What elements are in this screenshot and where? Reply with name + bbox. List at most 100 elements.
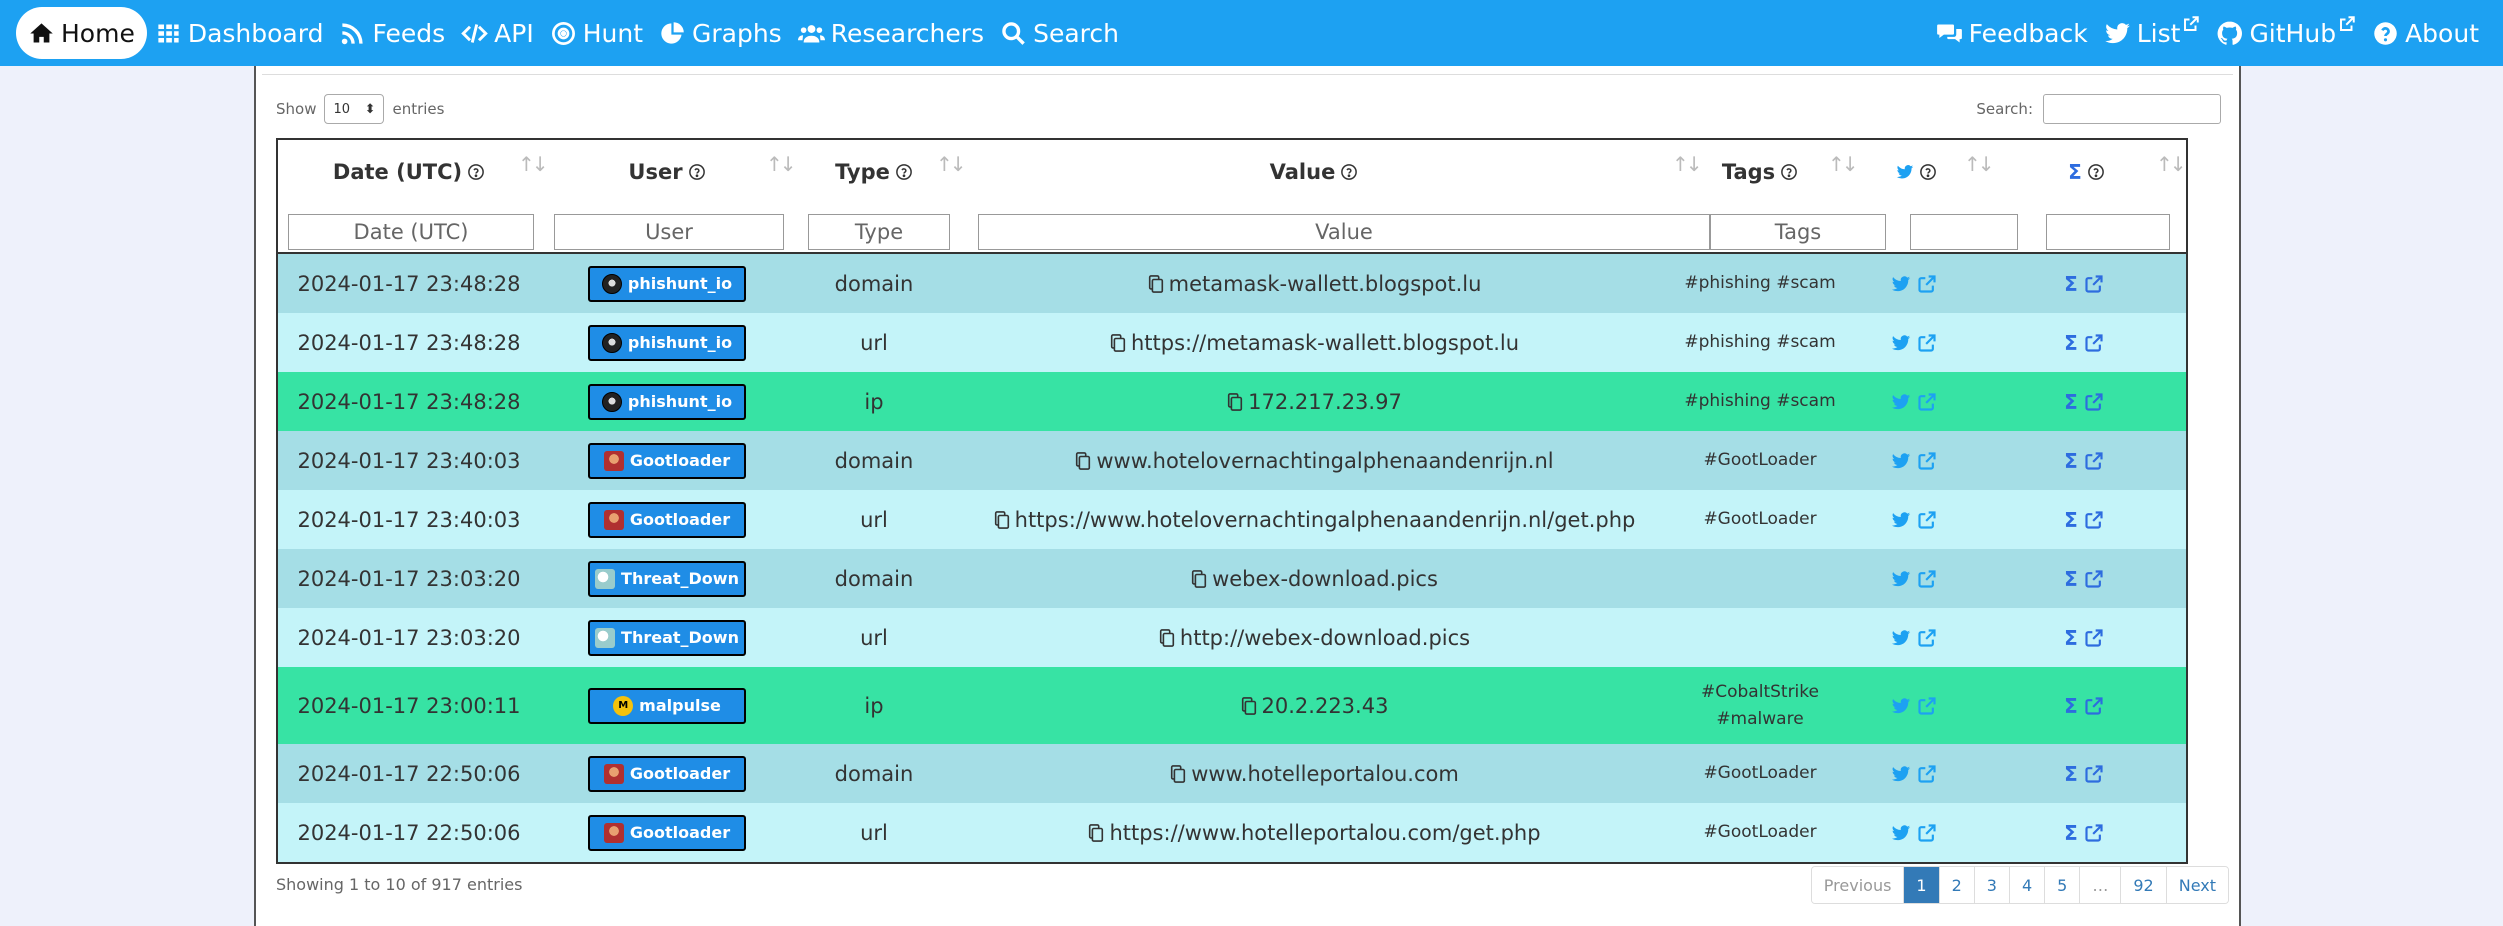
external-link-icon[interactable] <box>1917 392 1937 412</box>
external-link-icon[interactable] <box>2084 392 2104 412</box>
nav-graphs-link[interactable]: Graphs <box>651 7 790 59</box>
tag-link[interactable]: #GootLoader <box>1703 509 1816 529</box>
ioc-value[interactable]: http://webex-download.pics <box>1180 626 1470 650</box>
tag-link[interactable]: #GootLoader <box>1703 450 1816 470</box>
tag-link[interactable]: #CobaltStrike <box>1701 679 1819 706</box>
nav-search-link[interactable]: Search <box>992 7 1127 59</box>
copy-icon[interactable] <box>993 510 1011 530</box>
copy-icon[interactable] <box>1147 274 1165 294</box>
external-link-icon[interactable] <box>1917 333 1937 353</box>
user-badge-button[interactable]: Threat_Down <box>588 560 746 597</box>
ioc-value[interactable]: metamask-wallett.blogspot.lu <box>1169 272 1482 296</box>
external-link-icon[interactable] <box>1917 696 1937 716</box>
user-badge-button[interactable]: Gootloader <box>588 814 746 851</box>
user-badge-button[interactable]: Gootloader <box>588 501 746 538</box>
help-icon[interactable] <box>2087 163 2105 181</box>
help-icon[interactable] <box>1780 163 1798 181</box>
twitter-icon[interactable] <box>1891 696 1911 716</box>
tag-link[interactable]: #malware <box>1701 706 1819 733</box>
external-link-icon[interactable] <box>1917 628 1937 648</box>
sort-icon[interactable]: ↑↓ <box>2156 152 2186 176</box>
user-badge-button[interactable]: Mmalpulse <box>588 687 746 724</box>
twitter-icon[interactable] <box>1891 764 1911 784</box>
sigma-icon[interactable]: Σ <box>2064 272 2078 296</box>
external-link-icon[interactable] <box>1917 451 1937 471</box>
header-user[interactable]: User <box>540 140 794 204</box>
external-link-icon[interactable] <box>2084 333 2104 353</box>
ioc-value[interactable]: https://metamask-wallett.blogspot.lu <box>1131 331 1519 355</box>
nav-researchers-link[interactable]: Researchers <box>790 7 992 59</box>
nav-api-link[interactable]: API <box>453 7 542 59</box>
twitter-icon[interactable] <box>1891 333 1911 353</box>
nav-about-link[interactable]: About <box>2364 7 2487 59</box>
nav-dashboard-link[interactable]: Dashboard <box>147 7 332 59</box>
sigma-icon[interactable]: Σ <box>2064 449 2078 473</box>
tag-link[interactable]: #GootLoader <box>1703 763 1816 783</box>
copy-icon[interactable] <box>1240 696 1258 716</box>
external-link-icon[interactable] <box>2084 510 2104 530</box>
external-link-icon[interactable] <box>2084 823 2104 843</box>
user-badge-button[interactable]: Gootloader <box>588 442 746 479</box>
twitter-icon[interactable] <box>1891 510 1911 530</box>
sigma-icon[interactable]: Σ <box>2064 331 2078 355</box>
pagination-previous-button[interactable]: Previous <box>1811 867 1904 903</box>
entries-select[interactable]: 10 ⬍ <box>324 94 385 124</box>
header-twitter[interactable] <box>1846 140 1982 204</box>
pagination-page-button[interactable]: 3 <box>1973 867 2009 903</box>
user-badge-button[interactable]: phishunt_io <box>588 265 746 302</box>
copy-icon[interactable] <box>1087 823 1105 843</box>
help-icon[interactable] <box>688 163 706 181</box>
pagination-page-button[interactable]: 2 <box>1938 867 1974 903</box>
pagination-next-button[interactable]: Next <box>2165 867 2228 903</box>
sigma-icon[interactable]: Σ <box>2064 626 2078 650</box>
filter-twitter-input[interactable] <box>1910 214 2018 250</box>
external-link-icon[interactable] <box>2084 628 2104 648</box>
tag-link[interactable]: #phishing #scam <box>1684 332 1835 352</box>
copy-icon[interactable] <box>1190 569 1208 589</box>
external-link-icon[interactable] <box>2084 764 2104 784</box>
copy-icon[interactable] <box>1109 333 1127 353</box>
nav-feeds-link[interactable]: Feeds <box>331 7 453 59</box>
pagination-page-button[interactable]: 5 <box>2044 867 2080 903</box>
external-link-icon[interactable] <box>1917 823 1937 843</box>
nav-github-link[interactable]: GitHub <box>2208 7 2364 59</box>
ioc-value[interactable]: https://www.hotelleportalou.com/get.php <box>1109 821 1540 845</box>
pagination-page-button[interactable]: 92 <box>2120 867 2166 903</box>
help-icon[interactable] <box>895 163 913 181</box>
tag-link[interactable]: #GootLoader <box>1703 822 1816 842</box>
copy-icon[interactable] <box>1158 628 1176 648</box>
user-badge-button[interactable]: phishunt_io <box>588 324 746 361</box>
help-icon[interactable] <box>1919 163 1937 181</box>
sigma-icon[interactable]: Σ <box>2064 694 2078 718</box>
twitter-icon[interactable] <box>1891 451 1911 471</box>
twitter-icon[interactable] <box>1891 628 1911 648</box>
tag-link[interactable]: #phishing #scam <box>1684 391 1835 411</box>
filter-value-input[interactable]: Value <box>978 214 1710 250</box>
external-link-icon[interactable] <box>1917 274 1937 294</box>
external-link-icon[interactable] <box>1917 569 1937 589</box>
external-link-icon[interactable] <box>2084 274 2104 294</box>
twitter-icon[interactable] <box>1891 823 1911 843</box>
user-badge-button[interactable]: Gootloader <box>588 755 746 792</box>
filter-type-input[interactable]: Type <box>808 214 950 250</box>
external-link-icon[interactable] <box>1917 764 1937 784</box>
twitter-icon[interactable] <box>1891 392 1911 412</box>
ioc-value[interactable]: https://www.hotelovernachtingalphenaande… <box>1015 508 1636 532</box>
copy-icon[interactable] <box>1169 764 1187 784</box>
sort-icon[interactable]: ↑↓ <box>766 152 796 176</box>
user-badge-button[interactable]: phishunt_io <box>588 383 746 420</box>
ioc-value[interactable]: www.hotelovernachtingalphenaandenrijn.nl <box>1096 449 1553 473</box>
twitter-icon[interactable] <box>1891 274 1911 294</box>
header-type[interactable]: Type <box>794 140 954 204</box>
help-icon[interactable] <box>467 163 485 181</box>
help-icon[interactable] <box>1340 163 1358 181</box>
pagination-page-button[interactable]: 1 <box>1903 867 1939 903</box>
nav-feedback-link[interactable]: Feedback <box>1928 7 2096 59</box>
copy-icon[interactable] <box>1226 392 1244 412</box>
sigma-icon[interactable]: Σ <box>2064 762 2078 786</box>
sigma-icon[interactable]: Σ <box>2064 567 2078 591</box>
external-link-icon[interactable] <box>2084 451 2104 471</box>
twitter-icon[interactable] <box>1891 569 1911 589</box>
ioc-value[interactable]: 20.2.223.43 <box>1262 694 1389 718</box>
pagination-page-button[interactable]: 4 <box>2008 867 2045 903</box>
